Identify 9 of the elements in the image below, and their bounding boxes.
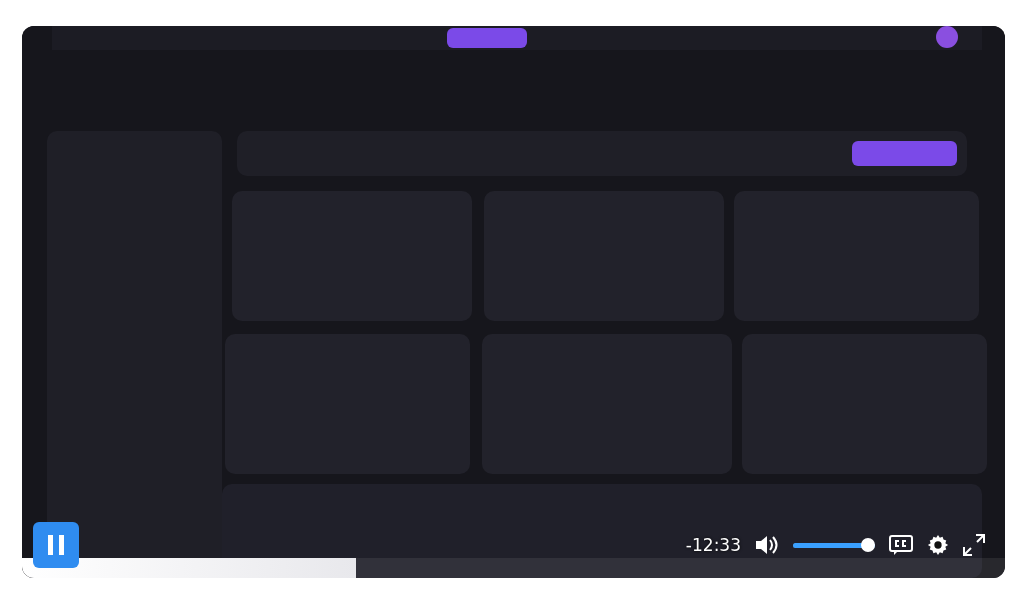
time-remaining: -12:33 (685, 535, 741, 555)
settings-icon[interactable] (927, 534, 949, 556)
progress-bar[interactable] (22, 558, 1005, 578)
pause-icon (48, 535, 64, 555)
pause-button[interactable] (33, 522, 79, 568)
captions-icon[interactable] (889, 535, 913, 555)
volume-slider[interactable] (793, 538, 875, 552)
volume-icon[interactable] (755, 534, 779, 556)
fullscreen-icon[interactable] (963, 534, 985, 556)
